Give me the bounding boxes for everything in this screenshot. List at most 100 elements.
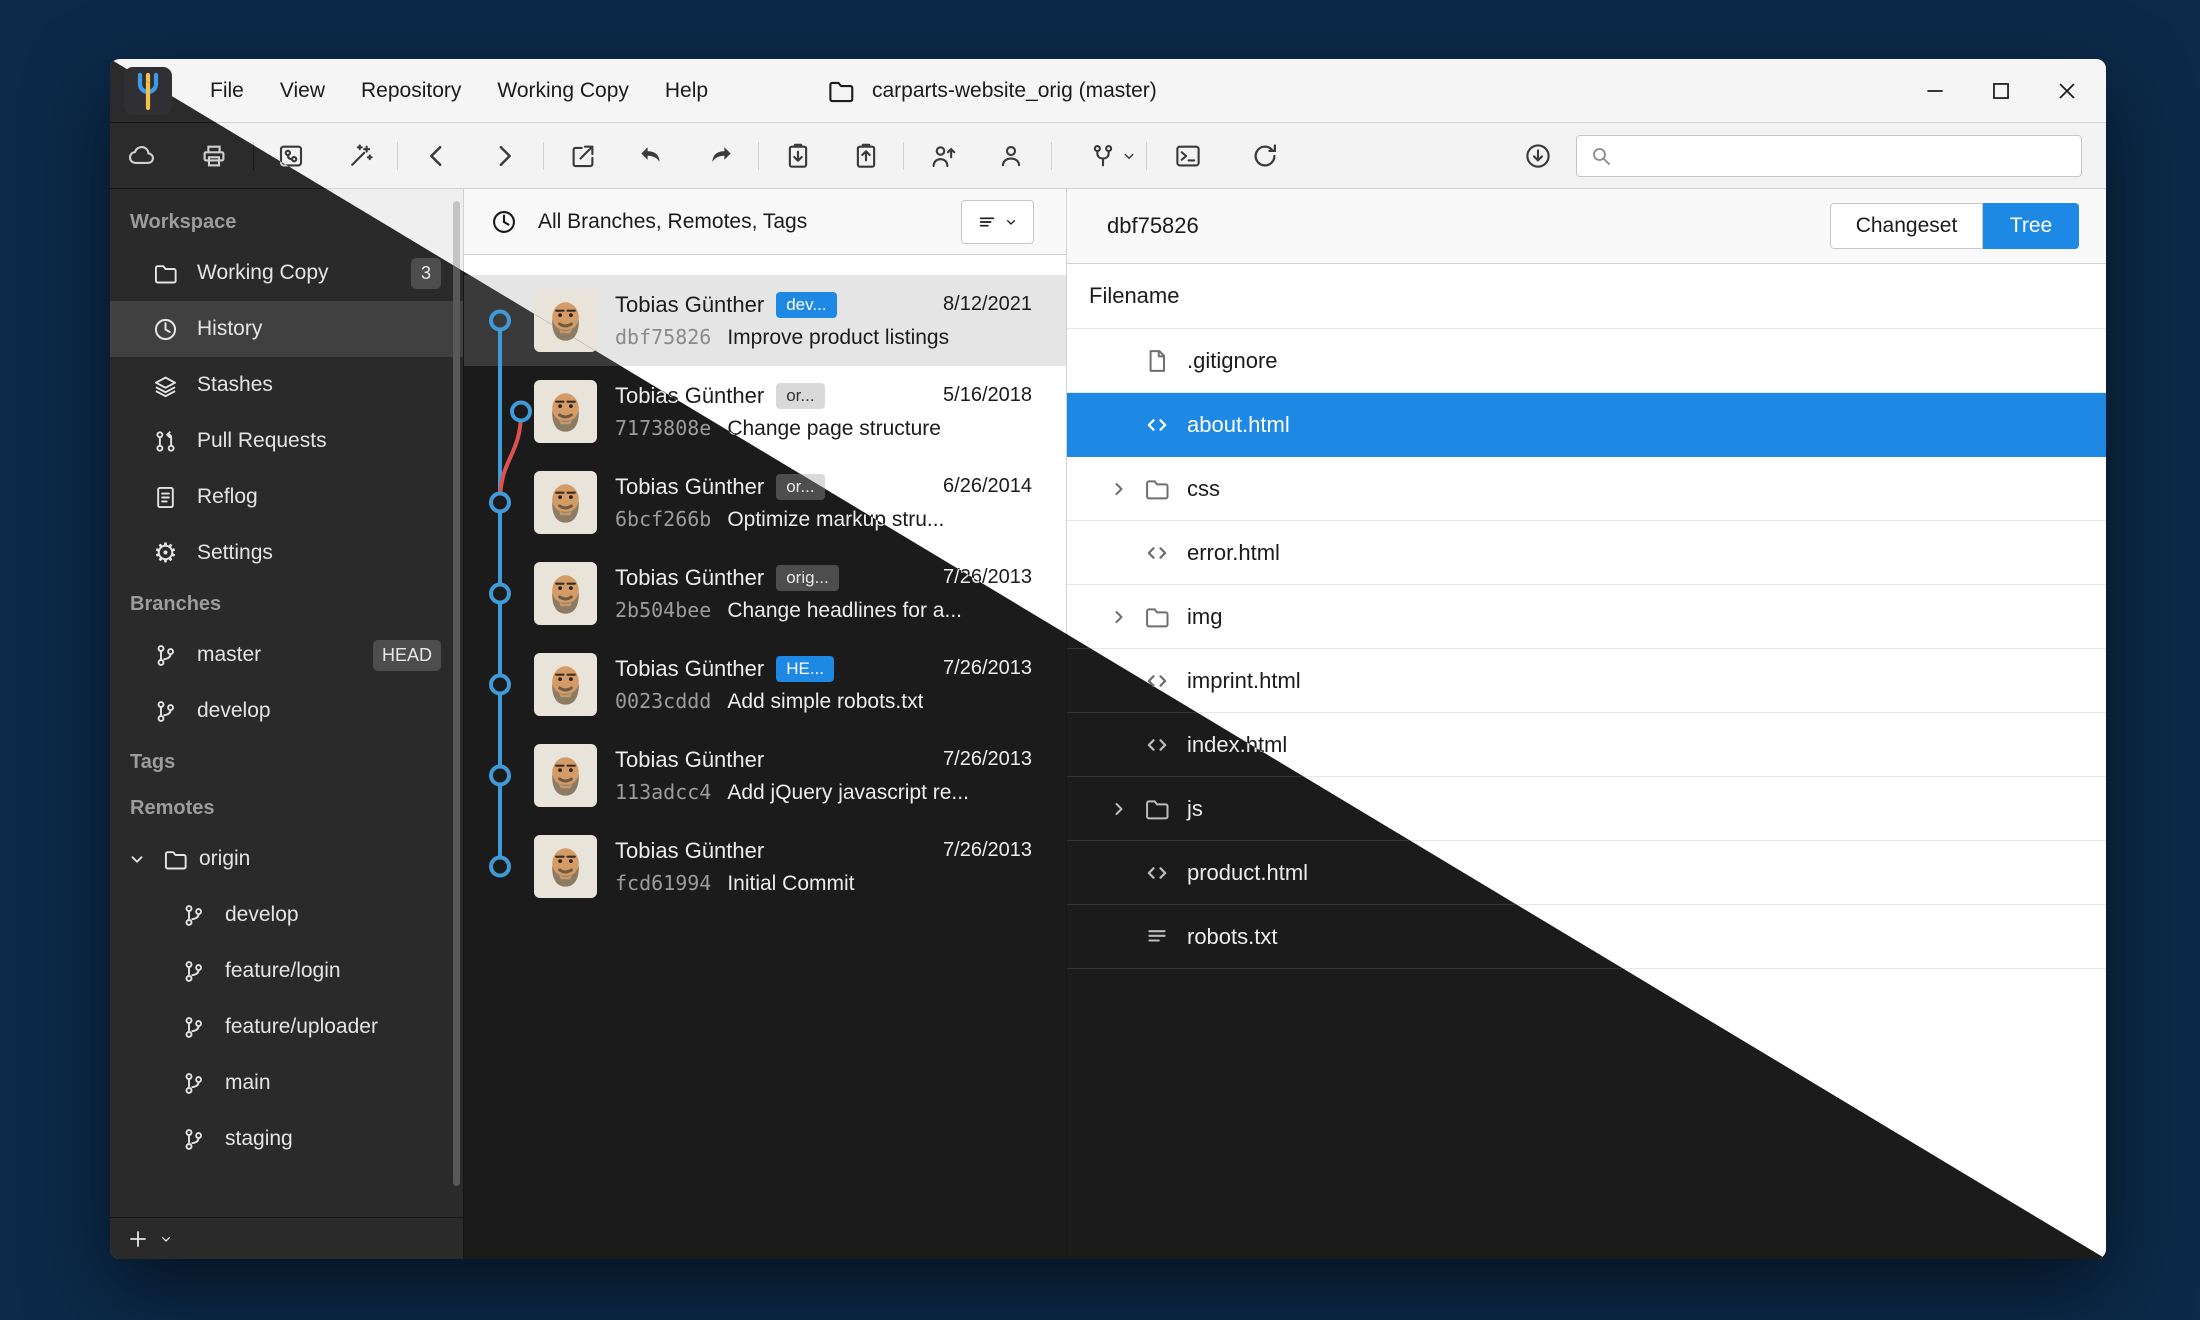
commit-row[interactable]: Tobias Günther 7/26/2013 113adcc4 Add jQ… xyxy=(464,730,1066,821)
commit-row[interactable]: Tobias Günther HE... 7/26/2013 0023cddd … xyxy=(464,639,1066,730)
sidebar-item-history[interactable]: History xyxy=(110,301,463,357)
file-row-img[interactable]: img xyxy=(1067,585,2106,649)
menu-file[interactable]: File xyxy=(194,71,260,111)
sidebar-remote-branch-develop[interactable]: develop xyxy=(110,887,463,943)
file-row-css[interactable]: css xyxy=(1067,457,2106,521)
search-input[interactable] xyxy=(1623,145,2069,168)
commit-hash: 113adcc4 xyxy=(615,780,711,804)
tags-header: Tags xyxy=(110,739,463,785)
sidebar-item-pull-requests[interactable]: Pull Requests xyxy=(110,413,463,469)
chevron-right-icon[interactable] xyxy=(1107,476,1143,502)
add-repository-icon[interactable] xyxy=(126,1227,150,1251)
magic-wand-button[interactable] xyxy=(338,133,384,179)
menu-help[interactable]: Help xyxy=(649,71,724,111)
chevron-spacer xyxy=(1107,540,1143,566)
undo-merge-button[interactable] xyxy=(629,133,675,179)
fetch-cloud-button[interactable] xyxy=(119,133,165,179)
sidebar-remote-branch-staging[interactable]: staging xyxy=(110,1111,463,1167)
menu-working-copy[interactable]: Working Copy xyxy=(481,71,645,111)
chevron-right-icon[interactable] xyxy=(1107,796,1143,822)
commit-id-label: dbf75826 xyxy=(1107,213,1199,239)
folder-name: img xyxy=(1187,604,1222,630)
sidebar-remote-branch-feature-uploader[interactable]: feature/uploader xyxy=(110,999,463,1055)
menu-view[interactable]: View xyxy=(264,71,341,111)
toolbar-separator xyxy=(543,142,544,170)
chevron-down-icon xyxy=(1003,214,1019,230)
stash-apply-button[interactable] xyxy=(843,133,889,179)
repo-title-text: carparts-website_orig (master) xyxy=(872,79,1157,103)
compare-branches-button[interactable] xyxy=(1078,133,1148,179)
branch-label: develop xyxy=(225,903,299,927)
sidebar-item-settings[interactable]: ⚙ Settings xyxy=(110,525,463,581)
history-options-button[interactable] xyxy=(961,200,1034,244)
sidebar-remote-branch-main[interactable]: main xyxy=(110,1055,463,1111)
commit-message: Change headlines for a... xyxy=(727,599,962,623)
commit-author: Tobias Günther xyxy=(615,474,764,500)
document-icon xyxy=(152,484,179,511)
branch-label: develop xyxy=(197,699,271,723)
toolbar-separator xyxy=(758,142,759,170)
close-button[interactable] xyxy=(2034,59,2100,123)
refresh-button[interactable] xyxy=(1242,133,1288,179)
redo-rebase-button[interactable] xyxy=(697,133,743,179)
toolbar-separator xyxy=(903,142,904,170)
file-row-error-html[interactable]: error.html xyxy=(1067,521,2106,585)
sidebar-item-label: Working Copy xyxy=(197,261,329,285)
folder-icon xyxy=(1143,795,1171,823)
share-button[interactable] xyxy=(560,133,606,179)
branch-icon xyxy=(180,902,207,929)
sidebar-remote-branch-feature-login[interactable]: feature/login xyxy=(110,943,463,999)
toolbar-separator xyxy=(253,142,254,170)
branch-icon xyxy=(180,1126,207,1153)
chevron-down-icon[interactable] xyxy=(158,1231,174,1247)
file-row-about-html[interactable]: about.html xyxy=(1067,393,2106,457)
file-name: product.html xyxy=(1187,860,1308,886)
sidebar-remote-origin[interactable]: origin xyxy=(110,831,463,887)
sidebar-item-working-copy[interactable]: Working Copy 3 xyxy=(110,245,463,301)
code-file-icon xyxy=(1143,731,1171,759)
download-button[interactable] xyxy=(1515,133,1561,179)
file-name: error.html xyxy=(1187,540,1280,566)
stash-save-button[interactable] xyxy=(775,133,821,179)
commit-row[interactable]: Tobias Günther 7/26/2013 fcd61994 Initia… xyxy=(464,821,1066,912)
search-box[interactable] xyxy=(1576,135,2082,177)
avatar xyxy=(534,835,597,898)
maximize-button[interactable] xyxy=(1968,59,2034,123)
branches-header: Branches xyxy=(110,581,463,627)
sidebar-branch-develop[interactable]: develop xyxy=(110,683,463,739)
forward-button[interactable] xyxy=(481,133,527,179)
commit-message: Initial Commit xyxy=(727,872,854,896)
commit-message: Add jQuery javascript re... xyxy=(727,781,969,805)
file-row-imprint-html[interactable]: imprint.html xyxy=(1067,649,2106,713)
code-file-icon xyxy=(1143,411,1171,439)
branch-icon xyxy=(180,1014,207,1041)
changeset-tab[interactable]: Changeset xyxy=(1830,203,1983,249)
file-name: about.html xyxy=(1187,412,1290,438)
file-name: .gitignore xyxy=(1187,348,1278,374)
terminal-button[interactable] xyxy=(1165,133,1211,179)
toolbar-separator xyxy=(397,142,398,170)
back-button[interactable] xyxy=(414,133,460,179)
file-name: imprint.html xyxy=(1187,668,1301,694)
chevron-right-icon[interactable] xyxy=(1107,604,1143,630)
remotes-header: Remotes xyxy=(110,785,463,831)
sidebar-scrollbar[interactable] xyxy=(453,201,460,1186)
commit-date: 7/26/2013 xyxy=(943,657,1032,680)
toolbar xyxy=(110,123,2106,189)
person-button[interactable] xyxy=(988,133,1034,179)
chevron-down-icon[interactable] xyxy=(126,848,148,870)
person-up-button[interactable] xyxy=(920,133,966,179)
sidebar-branch-master[interactable]: master HEAD xyxy=(110,627,463,683)
sidebar-item-reflog[interactable]: Reflog xyxy=(110,469,463,525)
file-row-gitignore[interactable]: .gitignore xyxy=(1067,329,2106,393)
minimize-button[interactable] xyxy=(1902,59,1968,123)
hamburger-icon xyxy=(976,211,998,233)
menu-repository[interactable]: Repository xyxy=(345,71,477,111)
folder-icon xyxy=(826,76,856,106)
printer-button[interactable] xyxy=(191,133,237,179)
sidebar-item-stashes[interactable]: Stashes xyxy=(110,357,463,413)
tree-tab[interactable]: Tree xyxy=(1983,203,2079,249)
remote-label: origin xyxy=(199,847,250,871)
branch-label: feature/uploader xyxy=(225,1015,378,1039)
history-clock-icon xyxy=(152,316,179,343)
